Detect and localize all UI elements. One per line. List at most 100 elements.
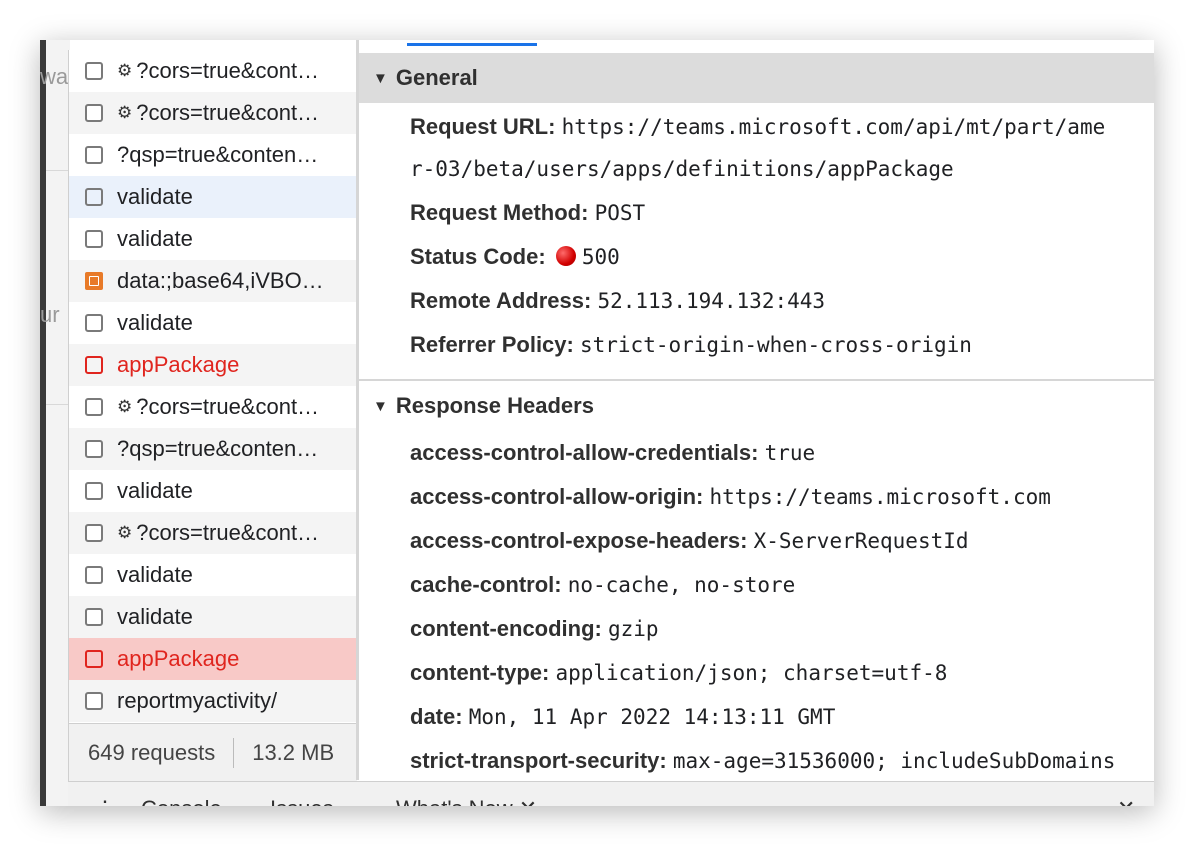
background-text-fragment: wa [40, 64, 69, 89]
request-name: ?qsp=true&conten… [117, 436, 319, 461]
status-code-row: Status Code: 500 [410, 244, 620, 270]
header-name: access-control-allow-origin: [410, 484, 704, 509]
request-name: appPackage [117, 352, 240, 377]
request-row[interactable]: validate [69, 470, 357, 512]
response-header-row: access-control-expose-headers: X-ServerR… [410, 528, 969, 554]
header-value: Mon, 11 Apr 2022 14:13:11 GMT [468, 705, 836, 729]
request-row[interactable]: ?qsp=true&conten… [69, 134, 357, 176]
response-header-row: strict-transport-security: max-age=31536… [410, 748, 1115, 774]
request-type-icon [85, 104, 103, 122]
header-name: access-control-allow-credentials: [410, 440, 759, 465]
referrer-policy-label: Referrer Policy: [410, 332, 574, 357]
request-name: validate [117, 184, 193, 209]
header-name: date: [410, 704, 463, 729]
header-value: max-age=31536000; includeSubDomains [672, 749, 1116, 773]
header-value: application/json; charset=utf-8 [555, 661, 948, 685]
request-row[interactable]: ?qsp=true&conten… [69, 428, 357, 470]
header-value: https://teams.microsoft.com [709, 485, 1051, 509]
request-row[interactable]: ⚙ ?cors=true&cont… [69, 512, 357, 554]
background-text-fragment: ur [40, 302, 60, 327]
tab-whats-new-label: What's New [396, 796, 513, 806]
response-header-row: content-encoding: gzip [410, 616, 659, 642]
referrer-policy-row: Referrer Policy: strict-origin-when-cros… [410, 332, 972, 358]
request-row[interactable]: reportmyactivity/ [69, 680, 357, 722]
network-status-bar: 649 requests 13.2 MB [68, 723, 357, 782]
tab-console[interactable]: Console [141, 796, 222, 806]
request-row[interactable]: validate [69, 176, 357, 218]
request-name: validate [117, 478, 193, 503]
request-url-value: https://teams.microsoft.com/api/mt/part/… [561, 115, 1106, 139]
bottom-drawer-tabbar: ⋮ Console Issues What's New ✕ ✕ [68, 781, 1154, 806]
request-url-row: Request URL: https://teams.microsoft.com… [410, 114, 1105, 140]
remote-address-label: Remote Address: [410, 288, 592, 313]
collapse-triangle-icon: ▼ [373, 397, 388, 415]
request-type-icon [85, 314, 103, 332]
status-code-value: 500 [581, 245, 620, 269]
request-name: validate [117, 226, 193, 251]
request-name: ?cors=true&cont… [136, 520, 320, 545]
response-header-row: access-control-allow-credentials: true [410, 440, 815, 466]
response-header-row: content-type: application/json; charset=… [410, 660, 947, 686]
gear-icon: ⚙ [117, 397, 133, 416]
request-url-value-wrap: r-03/beta/users/apps/definitions/appPack… [410, 157, 954, 181]
header-value: true [764, 441, 816, 465]
request-row[interactable]: validate [69, 596, 357, 638]
referrer-policy-value: strict-origin-when-cross-origin [579, 333, 972, 357]
request-name: appPackage [117, 646, 240, 671]
request-row[interactable]: ⚙ ?cors=true&cont… [69, 50, 357, 92]
header-value: gzip [608, 617, 659, 641]
request-type-icon [85, 692, 103, 710]
response-headers-title: Response Headers [395, 393, 594, 418]
request-row[interactable]: validate [69, 554, 357, 596]
response-header-row: cache-control: no-cache, no-store [410, 572, 795, 598]
request-url-continuation: r-03/beta/users/apps/definitions/appPack… [410, 156, 954, 182]
request-name: reportmyactivity/ [117, 688, 278, 713]
gear-icon: ⚙ [117, 103, 133, 122]
request-type-icon [85, 62, 103, 80]
request-row[interactable]: validate [69, 302, 357, 344]
request-row[interactable]: appPackage [69, 638, 357, 680]
tab-issues[interactable]: Issues [270, 796, 334, 806]
request-type-icon [85, 440, 103, 458]
request-row[interactable]: data:;base64,iVBO… [69, 260, 357, 302]
general-section-header[interactable]: ▼ General [359, 53, 1154, 103]
transfer-size: 13.2 MB [252, 740, 335, 765]
header-name: cache-control: [410, 572, 562, 597]
request-name: ?cors=true&cont… [136, 100, 320, 125]
request-name: ?cors=true&cont… [136, 394, 320, 419]
request-name: data:;base64,iVBO… [117, 268, 324, 293]
request-method-row: Request Method: POST [410, 200, 645, 226]
response-header-row: date: Mon, 11 Apr 2022 14:13:11 GMT [410, 704, 835, 730]
header-name: content-encoding: [410, 616, 602, 641]
request-method-value: POST [594, 201, 646, 225]
request-row[interactable]: ⚙ ?cors=true&cont… [69, 386, 357, 428]
request-name: validate [117, 604, 193, 629]
response-headers-section-header[interactable]: ▼ Response Headers [359, 379, 1154, 431]
active-tab-indicator [407, 43, 537, 46]
request-list[interactable]: ⚙ ?cors=true&cont… ⚙ ?cors=true&cont… ?qsp=t… [68, 50, 357, 723]
request-type-icon [85, 524, 103, 542]
request-name: validate [117, 310, 193, 335]
devtools-window: wa ur ⚙ ?cors=true&cont… ⚙ ?cors=true&cont…… [40, 40, 1154, 806]
background-divider [46, 404, 70, 405]
request-row[interactable]: validate [69, 218, 357, 260]
request-type-icon [85, 482, 103, 500]
request-type-icon [85, 356, 103, 374]
remote-address-value: 52.113.194.132:443 [597, 289, 826, 313]
drawer-close-icon[interactable]: ✕ [1117, 796, 1135, 806]
request-method-label: Request Method: [410, 200, 589, 225]
request-details-panel: ▼ General Request URL: https://teams.mic… [359, 40, 1154, 780]
request-row[interactable]: ⚙ ?cors=true&cont… [69, 92, 357, 134]
request-row[interactable]: appPackage [69, 344, 357, 386]
general-section-title: General [395, 65, 478, 90]
drawer-menu-icon[interactable]: ⋮ [94, 796, 116, 806]
request-type-icon [85, 188, 103, 206]
request-name: ?qsp=true&conten… [117, 142, 319, 167]
close-icon[interactable]: ✕ [519, 796, 537, 806]
tab-whats-new[interactable]: What's New ✕ [396, 796, 537, 806]
request-type-icon [85, 650, 103, 668]
request-type-icon [85, 398, 103, 416]
gear-icon: ⚙ [117, 61, 133, 80]
request-type-icon [85, 566, 103, 584]
remote-address-row: Remote Address: 52.113.194.132:443 [410, 288, 825, 314]
